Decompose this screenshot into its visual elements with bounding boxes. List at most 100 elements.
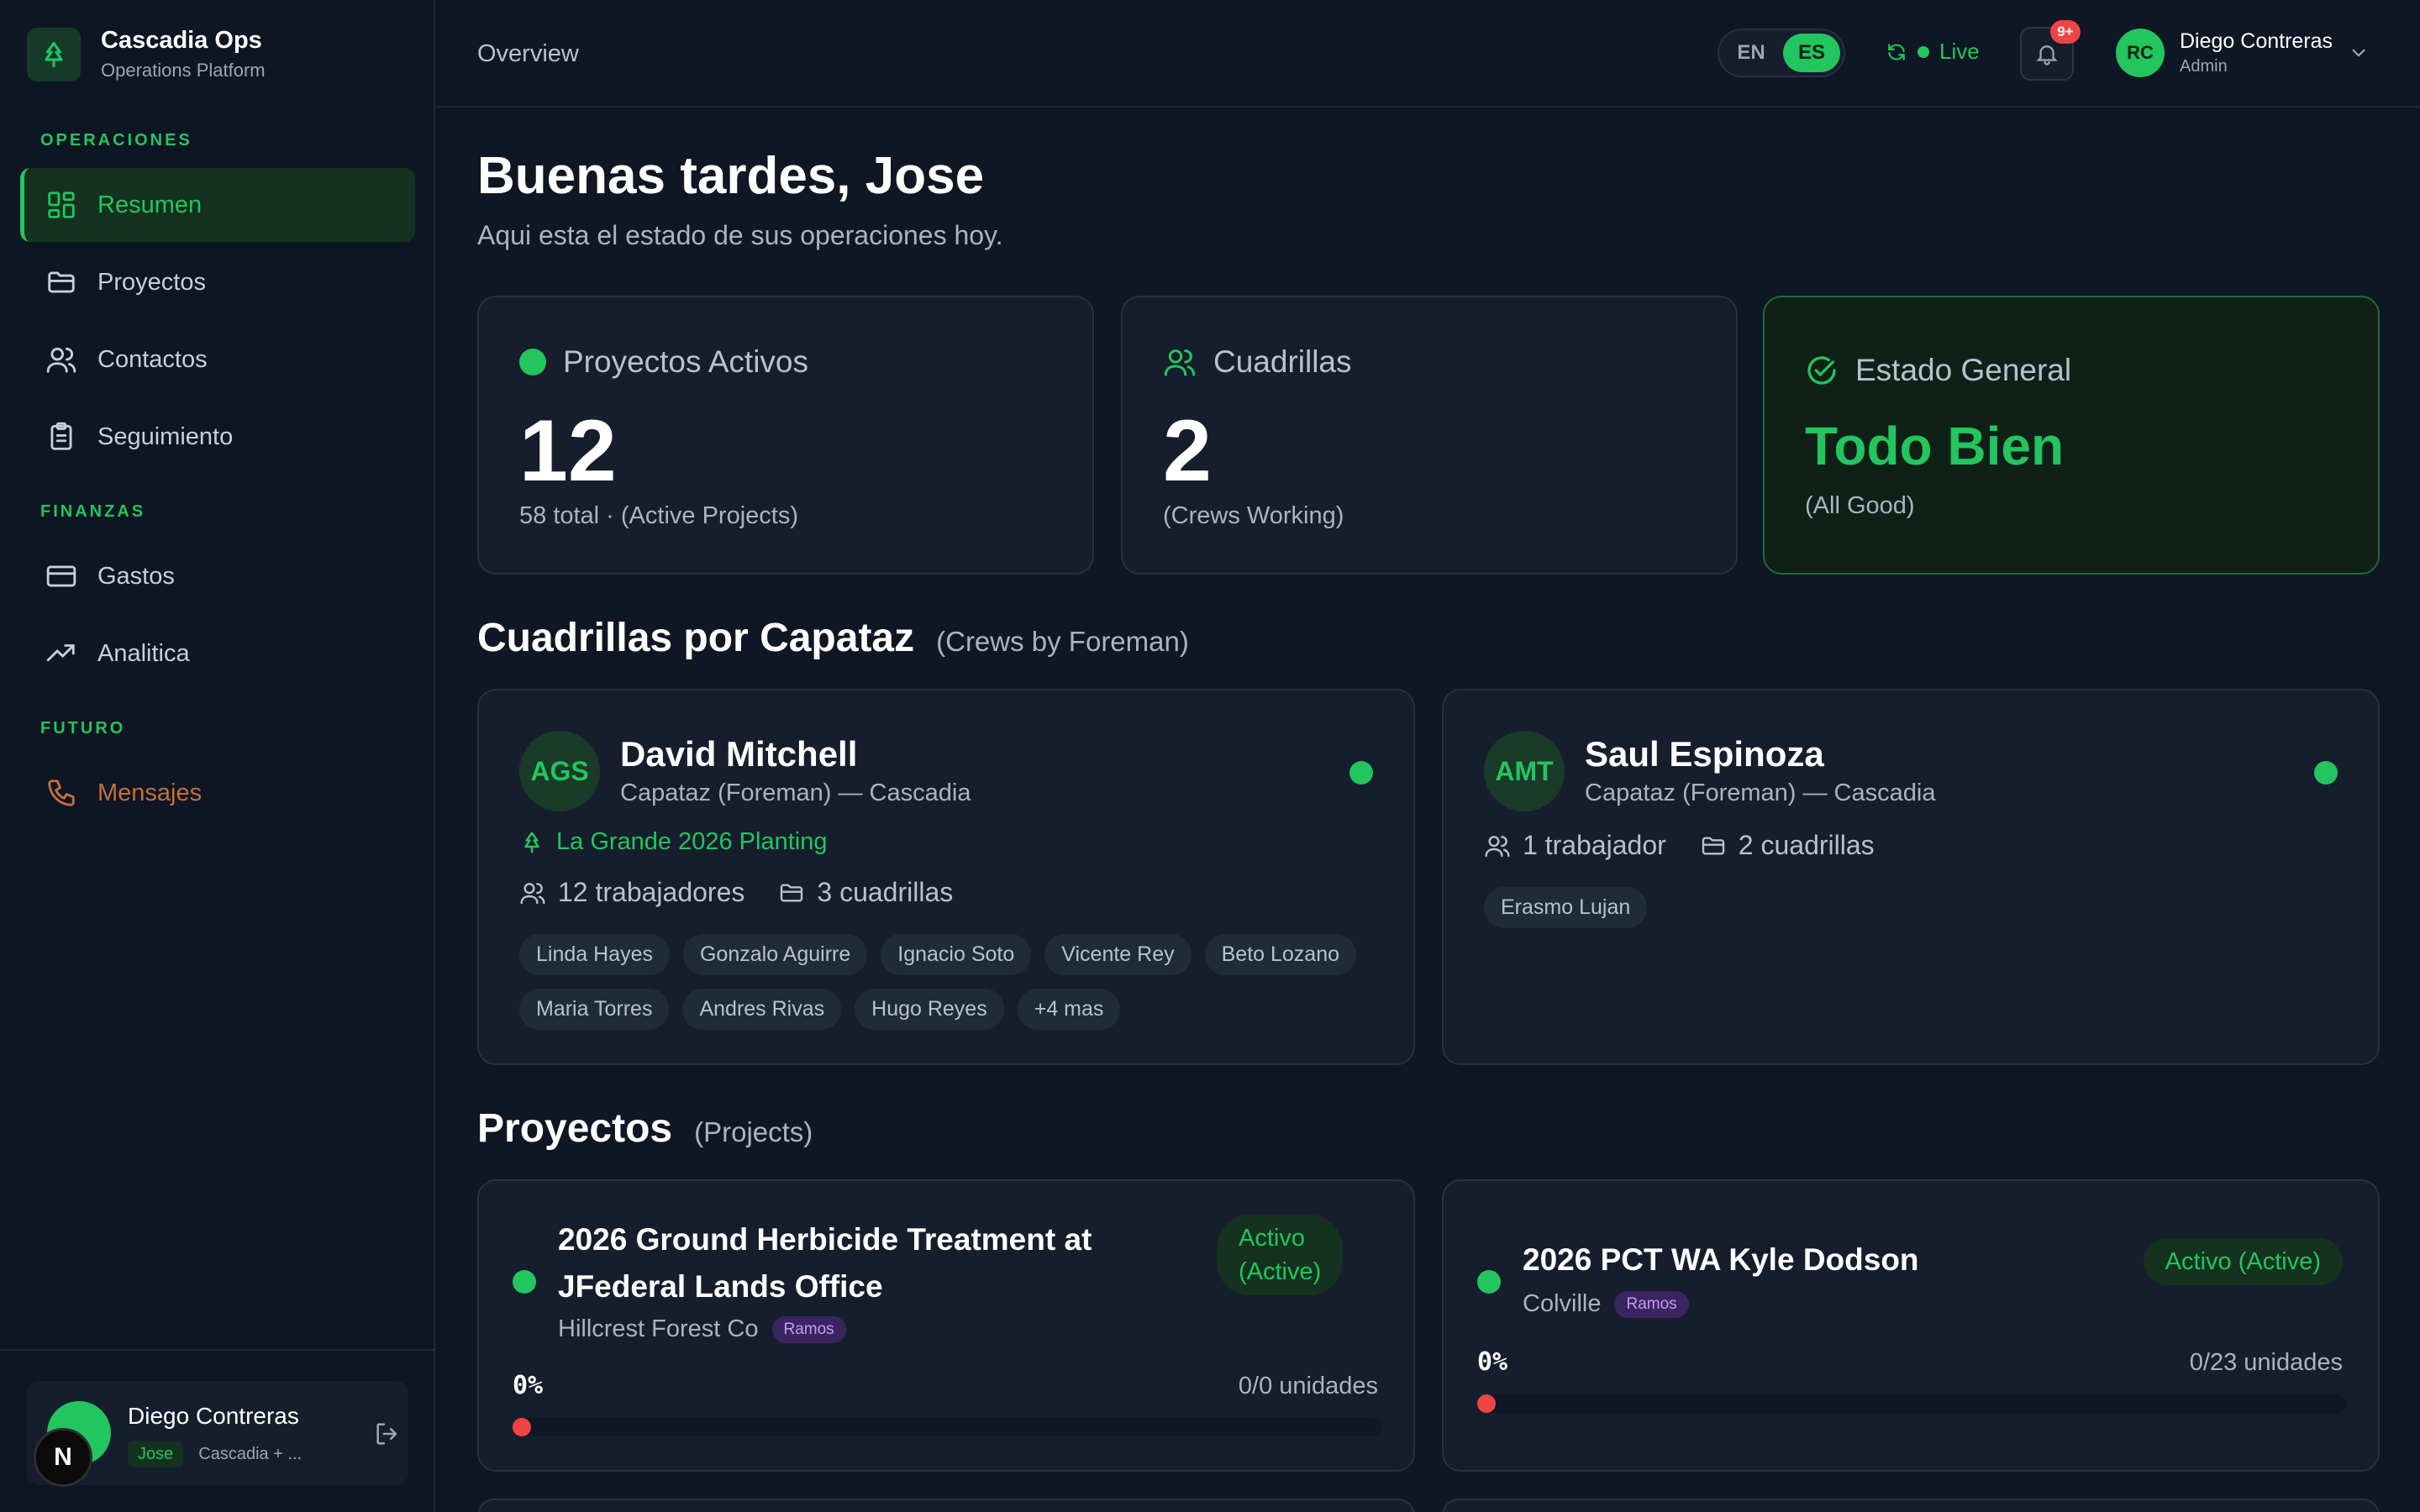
bell-icon [2036,45,2058,66]
nav-section-operaciones: OPERACIONES [40,131,192,150]
project-title: 2026 Ground Herbicide Treatment at JFede… [558,1216,1092,1310]
member-tag[interactable]: Vicente Rey [1044,934,1192,975]
lang-es-button[interactable]: ES [1783,34,1840,72]
app-subtitle: Operations Platform [101,60,266,81]
stat-label-row: Estado General [1805,353,2071,388]
sidebar-item-gastos[interactable]: Gastos [20,539,415,613]
nav-section-finanzas: FINANZAS [40,502,146,521]
sidebar-user-card[interactable]: N Diego Contreras Jose Cascadia + ... [27,1381,408,1487]
page-title: Buenas tardes, Jose [477,147,985,205]
member-tag[interactable]: Erasmo Lujan [1484,887,1648,928]
status-dot [519,349,546,375]
crew-count-label: 2 cuadrillas [1738,830,1875,860]
stat-subtext: (All Good) [1805,492,1915,519]
stat-label: Proyectos Activos [563,344,809,379]
avatar: RC [2116,29,2165,77]
sidebar-item-seguimiento[interactable]: Seguimiento [20,400,415,474]
language-toggle[interactable]: EN ES [1718,29,1845,77]
dev-tools-badge[interactable]: N [34,1428,92,1487]
member-tag[interactable]: Maria Torres [519,989,670,1030]
project-tag: Ramos [1614,1290,1689,1318]
users-icon [520,882,545,904]
crew-count-label: 3 cuadrillas [817,877,954,907]
lang-en-button[interactable]: EN [1723,34,1780,72]
check-circle-icon [1807,356,1836,385]
folder-icon [48,271,75,293]
top-header: Overview EN ES Live 9+ RC Diego Contrera… [437,0,2420,108]
sidebar-item-analitica[interactable]: Analitica [20,617,415,690]
stat-card-crews[interactable]: Cuadrillas 2 (Crews Working) [1121,296,1738,575]
credit-card-icon [46,565,76,587]
project-card[interactable] [477,1499,1415,1512]
sidebar-item-label: Mensajes [97,779,203,806]
worker-count: 12 trabajadores [519,877,744,908]
brand[interactable]: Cascadia Ops Operations Platform [27,27,266,81]
breadcrumb: Overview [477,40,579,67]
sidebar-item-resumen[interactable]: Resumen [20,168,415,242]
sidebar-item-contactos[interactable]: Contactos [20,323,415,396]
stat-label-row: Cuadrillas [1163,344,1352,380]
sidebar-user-meta: Jose Cascadia + ... [128,1441,302,1467]
status-badge: Activo (Active) [1217,1215,1344,1295]
sidebar-item-label: Gastos [97,562,175,590]
project-tag: Ramos [771,1315,846,1343]
sidebar-item-label: Resumen [97,191,203,218]
clipboard-icon [50,422,72,450]
crew-card[interactable]: AMT Saul Espinoza Capataz (Foreman) — Ca… [1442,689,2380,1065]
logout-icon[interactable] [373,1420,402,1452]
crew-card[interactable]: AGS David Mitchell Capataz (Foreman) — C… [477,689,1415,1065]
progress-units: 0/0 unidades [1238,1373,1378,1399]
project-card[interactable]: 2026 Ground Herbicide Treatment at JFede… [477,1179,1415,1472]
more-members-tag[interactable]: +4 mas [1017,989,1121,1030]
member-tag[interactable]: Andres Rivas [682,989,842,1030]
project-card[interactable]: 2026 PCT WA Kyle Dodson Colville Ramos A… [1442,1179,2380,1472]
header-user-name: Diego Contreras [2180,29,2333,53]
progress-percent: 0% [1477,1347,1508,1377]
notifications-button[interactable]: 9+ [2020,20,2081,81]
sidebar-item-label: Proyectos [97,268,206,296]
users-icon [46,347,76,373]
member-tag[interactable]: Linda Hayes [519,934,670,975]
dashboard-icon [48,192,75,218]
member-tag[interactable]: Gonzalo Aguirre [682,934,868,975]
users-icon [1164,349,1196,376]
sidebar-item-proyectos[interactable]: Proyectos [20,245,415,319]
sidebar-item-label: Seguimiento [97,423,234,450]
stat-value: 12 [519,402,617,500]
sidebar: Cascadia Ops Operations Platform OPERACI… [0,0,435,1512]
user-menu[interactable]: RC Diego Contreras Admin [2116,29,2370,77]
live-indicator[interactable]: Live [1886,39,1980,65]
stat-subtext: (Crews Working) [1163,502,1344,529]
stat-card-general-status[interactable]: Estado General Todo Bien (All Good) [1763,296,2380,575]
progress-marker [1477,1394,1496,1413]
stat-card-active-projects[interactable]: Proyectos Activos 12 58 total · (Active … [477,296,1094,575]
progress-percent: 0% [513,1371,544,1400]
foreman-name: David Mitchell [620,734,858,774]
app-name: Cascadia Ops [101,27,262,54]
trending-up-icon [46,644,75,662]
project-card[interactable] [1442,1499,2380,1512]
crew-count: 2 cuadrillas [1700,830,1875,861]
crew-meta: 12 trabajadores 3 cuadrillas [519,877,953,908]
sidebar-item-label: Analitica [97,639,190,667]
project-title-line: JFederal Lands Office [558,1269,883,1304]
live-label: Live [1939,39,1980,64]
worker-count: 1 trabajador [1484,830,1666,861]
refresh-icon [1888,43,1905,60]
live-dot [1918,45,1929,58]
member-tag[interactable]: Hugo Reyes [855,989,1004,1030]
nav-section-futuro: FUTURO [40,719,126,738]
member-tag[interactable]: Beto Lozano [1204,934,1357,975]
sidebar-item-mensajes[interactable]: Mensajes [20,756,415,830]
phone-icon [48,780,75,806]
crew-project-link[interactable]: La Grande 2026 Planting [519,828,827,856]
sidebar-item-label: Contactos [97,345,208,373]
avatar: AMT [1484,731,1565,811]
progress-units: 0/23 unidades [2189,1349,2343,1376]
tree-icon [524,832,539,853]
client-name: Colville [1523,1290,1602,1317]
project-title: 2026 PCT WA Kyle Dodson [1523,1242,1919,1277]
status-badge: Activo (Active) [2143,1238,2343,1285]
client-name: Hillcrest Forest Co [558,1315,759,1342]
member-tag[interactable]: Ignacio Soto [881,934,1032,975]
